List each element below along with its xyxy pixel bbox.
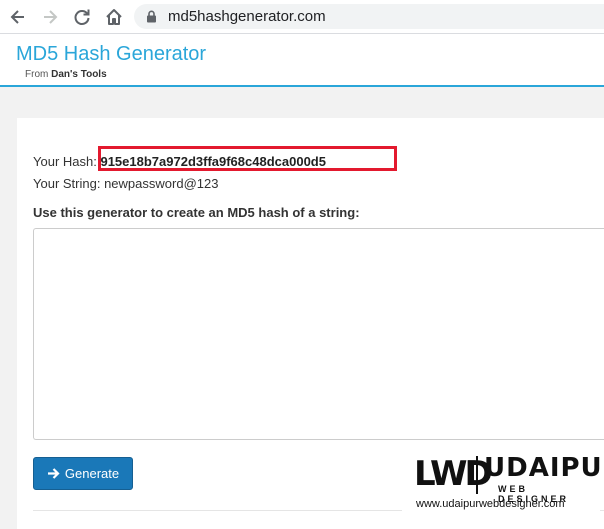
watermark-city: UDAIPUR — [484, 453, 604, 483]
watermark-url: www.udaipurwebdesigner.com — [416, 498, 565, 510]
site-title[interactable]: MD5 Hash Generator — [16, 43, 206, 66]
arrow-right-icon — [47, 467, 60, 480]
site-subtitle: From Dan's Tools — [25, 69, 107, 80]
instruction-label: Use this generator to create an MD5 hash… — [33, 205, 360, 220]
hash-highlight-box — [98, 146, 397, 171]
forward-arrow-icon[interactable] — [40, 7, 60, 27]
browser-toolbar: md5hashgenerator.com — [0, 0, 604, 34]
string-result-line: Your String: newpassword@123 — [33, 176, 218, 191]
hash-label: Your Hash: — [33, 154, 97, 169]
address-bar[interactable]: md5hashgenerator.com — [134, 4, 604, 29]
lock-icon[interactable] — [146, 10, 157, 28]
reload-icon[interactable] — [72, 7, 92, 27]
generate-button-label: Generate — [64, 466, 120, 481]
url-text[interactable]: md5hashgenerator.com — [168, 8, 326, 25]
subtitle-brand-link[interactable]: Dan's Tools — [51, 69, 107, 80]
home-icon[interactable] — [104, 7, 124, 27]
string-value: newpassword@123 — [104, 176, 219, 191]
watermark-logo: LWD UDAIPUR WEB DESIGNER www.udaipurwebd… — [402, 446, 604, 518]
watermark-separator — [476, 456, 478, 494]
string-label: Your String: — [33, 176, 101, 191]
subtitle-prefix: From — [25, 69, 52, 80]
string-input-textarea[interactable] — [33, 228, 604, 440]
back-arrow-icon[interactable] — [8, 7, 28, 27]
generate-button[interactable]: Generate — [33, 457, 133, 490]
site-header: MD5 Hash Generator From Dan's Tools — [0, 34, 604, 87]
watermark-lwd: LWD — [414, 454, 493, 494]
